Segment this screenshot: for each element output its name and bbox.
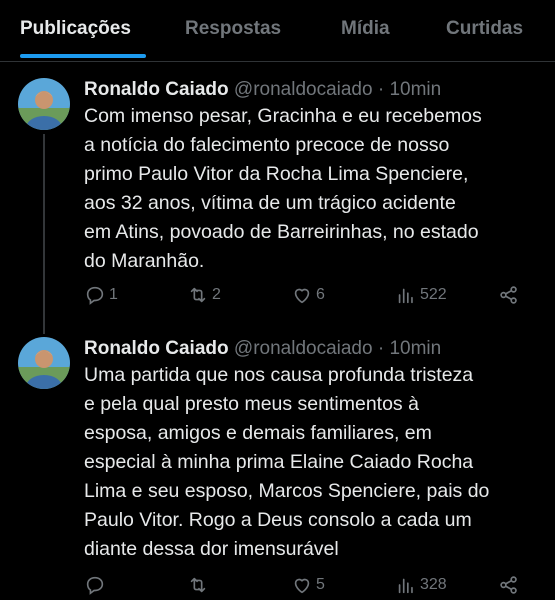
- post-text: Uma partida que nos causa profunda trist…: [84, 361, 544, 564]
- text-line: Uma partida que nos causa profunda trist…: [84, 364, 474, 386]
- like-button[interactable]: 5: [291, 571, 325, 599]
- views-icon: [398, 288, 413, 304]
- views-button[interactable]: 328: [395, 571, 447, 599]
- like-icon: [294, 288, 310, 304]
- text-line: diante dessa dor imensurável: [84, 538, 339, 560]
- reply-icon: [86, 286, 104, 305]
- post-text: Com imenso pesar, Gracinha e eu recebemo…: [84, 102, 544, 276]
- text-line: e pela qual presto meus sentimentos à: [84, 393, 419, 415]
- repost-icon: [190, 577, 206, 593]
- text-line: Paulo Vitor. Rogo a Deus consolo a cada …: [84, 509, 472, 531]
- like-count: 5: [316, 576, 325, 593]
- text-line: a notícia do falecimento precoce de noss…: [84, 134, 450, 156]
- reply-icon: [86, 576, 104, 595]
- tab-publicacoes[interactable]: Publicações: [20, 18, 131, 40]
- views-icon: [398, 578, 413, 594]
- text-line: Com imenso pesar, Gracinha e eu recebemo…: [84, 105, 482, 127]
- tab-midia[interactable]: Mídia: [341, 18, 390, 40]
- text-line: do Maranhão.: [84, 250, 205, 272]
- tab-respostas[interactable]: Respostas: [185, 18, 281, 40]
- avatar[interactable]: [18, 78, 70, 130]
- profile-tabs: Publicações Respostas Mídia Curtidas: [0, 0, 555, 62]
- text-line: primo Paulo Vitor da Rocha Lima Spencier…: [84, 163, 469, 185]
- repost-icon: [190, 287, 206, 303]
- reply-count: 1: [109, 286, 118, 303]
- post[interactable]: Ronaldo Caiado @ronaldocaiado · 10min Um…: [0, 337, 555, 600]
- share-button[interactable]: [498, 281, 520, 309]
- avatar-image: [18, 337, 70, 389]
- author-name[interactable]: Ronaldo Caiado: [84, 79, 229, 100]
- share-icon: [500, 576, 517, 594]
- repost-count: 2: [212, 286, 221, 303]
- active-tab-indicator: [20, 54, 146, 58]
- share-button[interactable]: [498, 571, 520, 599]
- text-line: especial à minha prima Elaine Caiado Roc…: [84, 451, 474, 473]
- text-line: aos 32 anos, vítima de um trágico aciden…: [84, 192, 456, 214]
- avatar[interactable]: [18, 337, 70, 389]
- author-name[interactable]: Ronaldo Caiado: [84, 338, 229, 359]
- text-line: Lima e seu esposo, Marcos Spenciere, pai…: [84, 480, 490, 502]
- author-handle[interactable]: @ronaldocaiado: [234, 79, 373, 100]
- separator: ·: [377, 338, 385, 359]
- reply-button[interactable]: 1: [84, 281, 118, 309]
- post-actions: 1 2 6 522: [84, 281, 534, 309]
- like-button[interactable]: 6: [291, 281, 325, 309]
- post-header: Ronaldo Caiado @ronaldocaiado · 10min: [84, 78, 441, 102]
- views-count: 522: [420, 286, 447, 303]
- avatar-image: [18, 78, 70, 130]
- views-button[interactable]: 522: [395, 281, 447, 309]
- repost-button[interactable]: [187, 571, 212, 599]
- share-icon: [500, 286, 517, 304]
- timestamp[interactable]: 10min: [389, 79, 441, 100]
- reply-button[interactable]: [84, 571, 109, 599]
- author-handle[interactable]: @ronaldocaiado: [234, 338, 373, 359]
- like-icon: [294, 578, 310, 594]
- text-line: esposa, amigos e demais familiares, em: [84, 422, 432, 444]
- views-count: 328: [420, 576, 447, 593]
- timestamp[interactable]: 10min: [389, 338, 441, 359]
- post-actions: 5 328: [84, 571, 534, 599]
- like-count: 6: [316, 286, 325, 303]
- post[interactable]: Ronaldo Caiado @ronaldocaiado · 10min Co…: [0, 78, 555, 328]
- repost-button[interactable]: 2: [187, 281, 221, 309]
- separator: ·: [377, 79, 385, 100]
- tab-curtidas[interactable]: Curtidas: [446, 18, 523, 40]
- post-header: Ronaldo Caiado @ronaldocaiado · 10min: [84, 337, 441, 361]
- text-line: em Atins, povoado de Barreirinhas, no es…: [84, 221, 479, 243]
